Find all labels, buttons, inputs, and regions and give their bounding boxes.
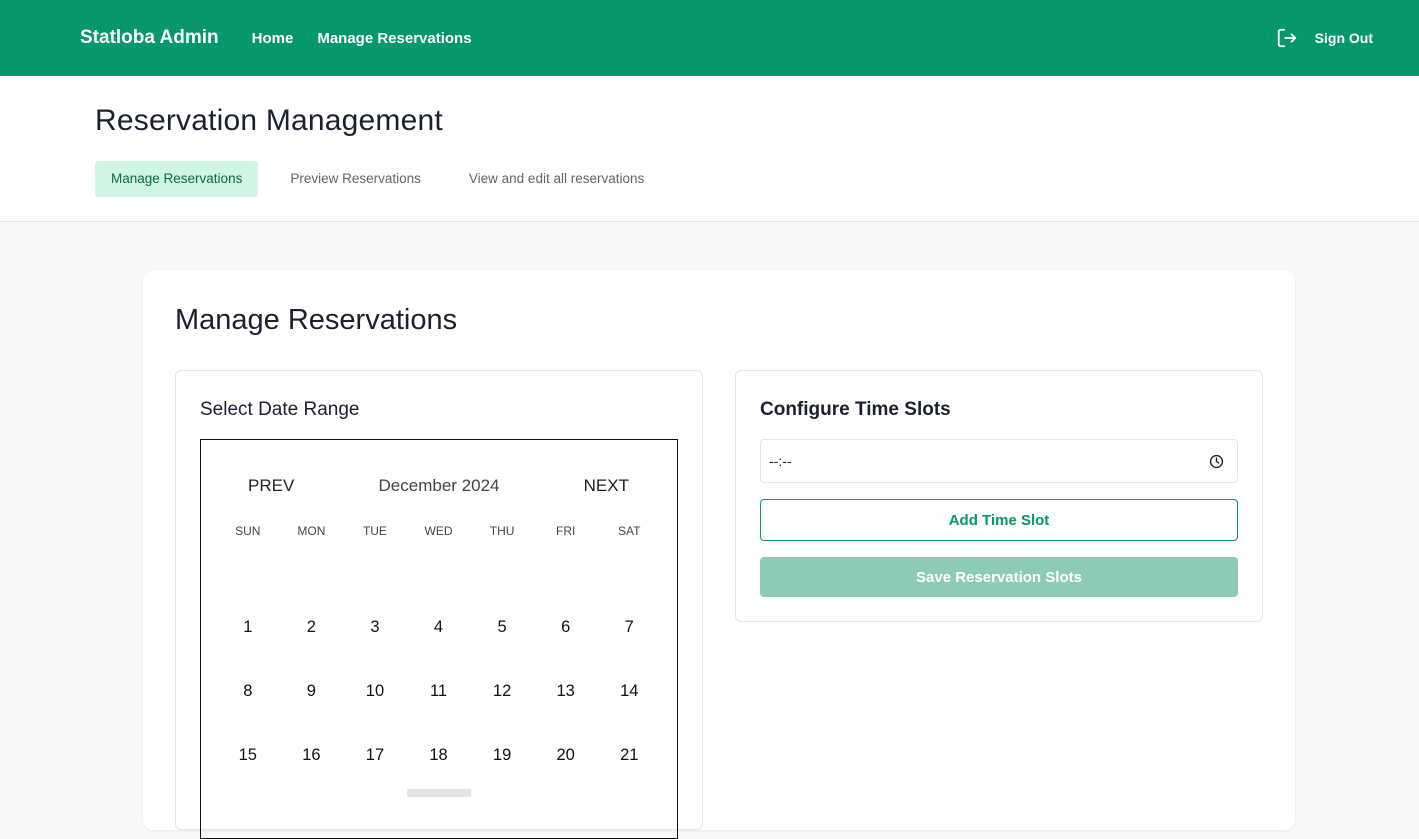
calendar-day[interactable]: 9 bbox=[280, 682, 344, 701]
save-reservation-slots-button[interactable]: Save Reservation Slots bbox=[760, 557, 1238, 597]
calendar-day[interactable]: 8 bbox=[216, 682, 280, 701]
time-slot-input[interactable]: --:-- bbox=[760, 439, 1238, 483]
weekday-label: MON bbox=[297, 524, 326, 538]
time-slots-title: Configure Time Slots bbox=[760, 399, 951, 420]
page-title: Reservation Management bbox=[95, 104, 443, 137]
weekday-label: WED bbox=[424, 524, 453, 538]
calendar-day[interactable]: 18 bbox=[407, 746, 471, 765]
tab-manage-reservations[interactable]: Manage Reservations bbox=[95, 161, 259, 197]
page-header: Reservation Management Manage Reservatio… bbox=[0, 76, 1419, 222]
sign-out-button[interactable]: Sign Out bbox=[1276, 27, 1373, 49]
main-nav: Home Manage Reservations bbox=[252, 30, 496, 47]
calendar-day[interactable]: 19 bbox=[470, 746, 534, 765]
calendar-prev-button[interactable]: PREV bbox=[248, 476, 294, 496]
date-range-title: Select Date Range bbox=[200, 399, 360, 420]
calendar-week: 1 2 3 4 5 6 7 bbox=[216, 618, 661, 637]
date-range-panel: Select Date Range December 2024 PREV NEX… bbox=[175, 370, 703, 839]
weekday-label: SAT bbox=[618, 524, 641, 538]
calendar-day[interactable]: 20 bbox=[534, 746, 598, 765]
weekday-label: FRI bbox=[556, 524, 576, 538]
nav-manage-reservations[interactable]: Manage Reservations bbox=[317, 30, 471, 47]
calendar-day[interactable]: 12 bbox=[470, 682, 534, 701]
calendar-header: December 2024 PREV NEXT bbox=[201, 476, 677, 496]
weekday-label: TUE bbox=[362, 524, 387, 538]
top-navbar: Statloba Admin Home Manage Reservations … bbox=[0, 0, 1419, 76]
calendar-day[interactable]: 10 bbox=[343, 682, 407, 701]
calendar-next-button[interactable]: NEXT bbox=[584, 476, 629, 496]
calendar-day[interactable]: 15 bbox=[216, 746, 280, 765]
calendar-day[interactable]: 16 bbox=[280, 746, 344, 765]
tab-preview-reservations[interactable]: Preview Reservations bbox=[274, 161, 437, 197]
weekday-label: THU bbox=[489, 524, 515, 538]
sign-out-icon bbox=[1277, 28, 1296, 48]
calendar-day[interactable]: 11 bbox=[407, 682, 471, 701]
time-slots-panel: Configure Time Slots --:-- Add Time Slot… bbox=[735, 370, 1263, 622]
tab-bar: Manage Reservations Preview Reservations… bbox=[95, 161, 1419, 197]
calendar-week: 15 16 17 18 19 20 21 bbox=[216, 746, 661, 765]
manage-reservations-card: Manage Reservations Select Date Range De… bbox=[143, 270, 1295, 839]
calendar-day[interactable]: 1 bbox=[216, 618, 280, 637]
brand-title[interactable]: Statloba Admin bbox=[80, 27, 219, 49]
calendar-day[interactable]: 7 bbox=[597, 618, 661, 637]
calendar-day[interactable]: 21 bbox=[597, 746, 661, 765]
tab-view-edit-reservations[interactable]: View and edit all reservations bbox=[453, 161, 660, 197]
calendar-day[interactable]: 5 bbox=[470, 618, 534, 637]
weekday-label: SUN bbox=[235, 524, 261, 538]
time-slot-value: --:-- bbox=[769, 453, 792, 469]
calendar: December 2024 PREV NEXT SUN MON TUE WED … bbox=[200, 439, 678, 839]
clock-icon[interactable] bbox=[1209, 454, 1224, 469]
calendar-week: 8 9 10 11 12 13 14 bbox=[216, 682, 661, 701]
nav-home[interactable]: Home bbox=[252, 30, 294, 47]
calendar-day[interactable]: 13 bbox=[534, 682, 598, 701]
add-time-slot-button[interactable]: Add Time Slot bbox=[760, 499, 1238, 541]
calendar-weekdays: SUN MON TUE WED THU FRI SAT bbox=[216, 524, 661, 538]
calendar-day[interactable]: 3 bbox=[343, 618, 407, 637]
calendar-day[interactable]: 14 bbox=[597, 682, 661, 701]
calendar-day[interactable]: 17 bbox=[343, 746, 407, 765]
sign-out-label: Sign Out bbox=[1314, 30, 1373, 46]
calendar-day[interactable]: 4 bbox=[407, 618, 471, 637]
calendar-day[interactable]: 2 bbox=[280, 618, 344, 637]
calendar-day[interactable]: 6 bbox=[534, 618, 598, 637]
card-title: Manage Reservations bbox=[175, 304, 458, 336]
